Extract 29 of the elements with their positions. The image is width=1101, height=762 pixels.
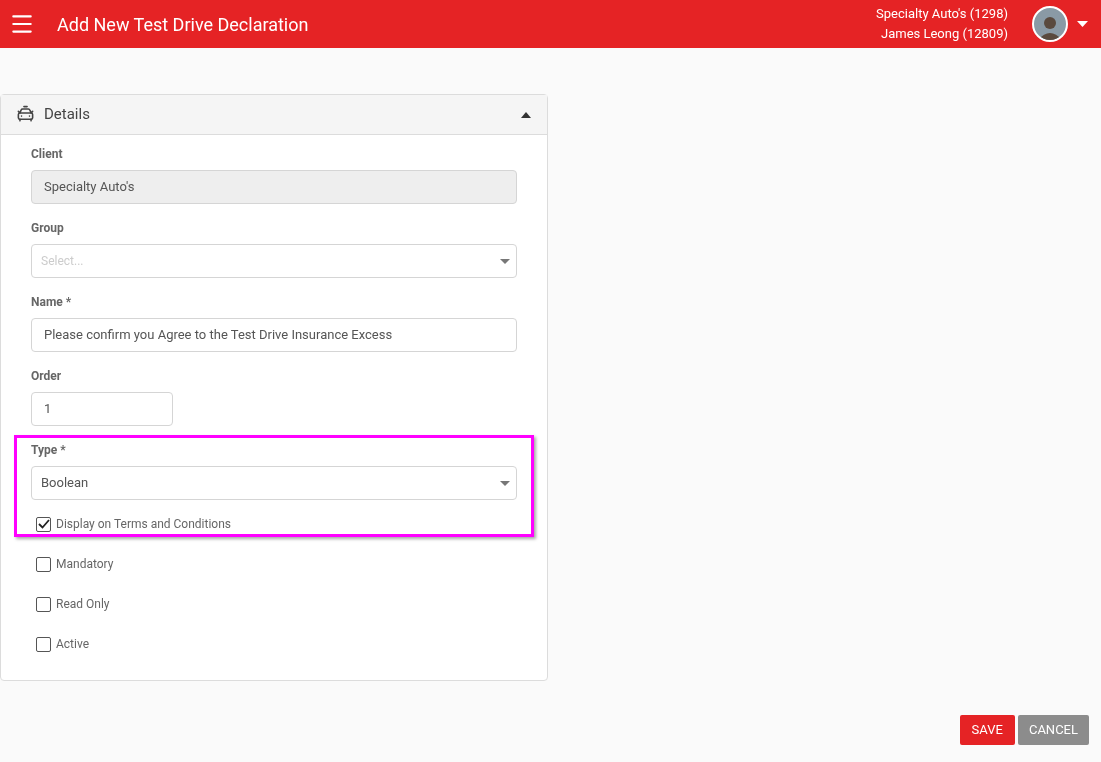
avatar[interactable] [1032, 6, 1068, 42]
user-name: James Leong (12809) [881, 25, 1008, 43]
checkbox[interactable] [36, 516, 51, 532]
account-name: Specialty Auto's (1298) [876, 5, 1008, 23]
checkbox-label: Active [56, 636, 90, 652]
field-label: Type * [31, 442, 67, 458]
panel-header[interactable]: Details [1, 95, 547, 135]
text-input-field[interactable]: Please confirm you Agree to the Test Drive Insurance Excess [31, 318, 517, 352]
save-button[interactable]: SAVE [959, 715, 1015, 745]
panel-title: Details [44, 104, 90, 126]
checkbox[interactable] [36, 636, 51, 652]
page-title: Add New Test Drive Declaration [57, 12, 309, 37]
checkbox-label: Display on Terms and Conditions [56, 516, 232, 532]
field-label: Group [31, 220, 65, 236]
caret-down-icon [500, 258, 510, 264]
field-label: Client [31, 146, 64, 162]
checkbox[interactable] [36, 556, 51, 572]
checkbox-label: Read Only [56, 596, 110, 612]
field-label: Name * [31, 294, 73, 310]
taxi-icon [16, 105, 35, 124]
number-input-field[interactable]: 1 [31, 392, 173, 426]
caret-down-icon[interactable] [1077, 21, 1088, 27]
caret-down-icon [500, 480, 510, 486]
checkmark-icon [37, 519, 50, 529]
select-field[interactable]: Boolean [31, 466, 517, 500]
caret-up-icon[interactable] [521, 111, 531, 118]
checkbox-label: Mandatory [56, 556, 114, 572]
field-label: Order [31, 368, 63, 384]
checkbox[interactable] [36, 596, 51, 612]
